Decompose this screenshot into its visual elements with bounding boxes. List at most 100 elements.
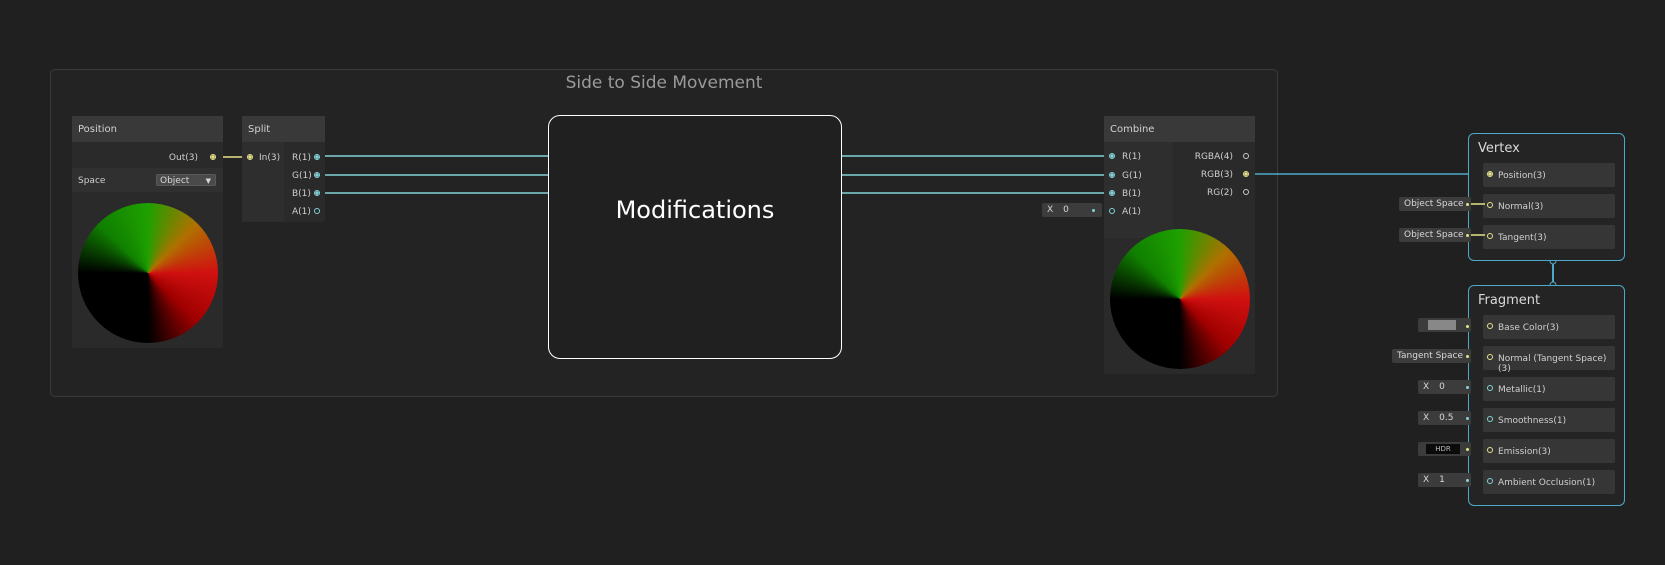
vertex-normal-space-field[interactable]: Object Space	[1399, 197, 1471, 211]
emission-hdr-swatch[interactable]: HDR	[1426, 444, 1460, 454]
fragment-slot-normal[interactable]: Normal (Tangent Space)(3)	[1483, 346, 1615, 374]
vertex-position-label: Position(3)	[1498, 171, 1546, 181]
fragment-metallic-field[interactable]: X0	[1418, 380, 1471, 394]
split-in-port[interactable]	[247, 154, 253, 160]
combine-in-a-label: A(1)	[1122, 207, 1141, 217]
fragment-slot-base-color[interactable]: Base Color(3)	[1483, 315, 1615, 339]
combine-node-header[interactable]: Combine	[1104, 116, 1255, 142]
combine-in-r-label: R(1)	[1122, 152, 1142, 162]
vertex-slot-position[interactable]: Position(3)	[1483, 163, 1615, 187]
position-space-dropdown[interactable]: Object ▼	[156, 174, 216, 186]
vertex-position-port[interactable]	[1487, 171, 1493, 177]
split-out-g-port[interactable]	[314, 172, 320, 178]
position-out-port[interactable]	[210, 154, 216, 160]
split-out-b-port[interactable]	[314, 190, 320, 196]
split-in-label: In(3)	[259, 153, 281, 163]
split-node[interactable]: Split In(3) R(1) G(1) B(1) A(1)	[242, 116, 325, 222]
vertex-normal-label: Normal(3)	[1498, 202, 1544, 212]
fragment-context[interactable]: Fragment Base Color(3) Normal (Tangent S…	[1468, 285, 1625, 506]
fragment-emission-port[interactable]	[1487, 447, 1493, 453]
combine-node-title: Combine	[1110, 124, 1155, 135]
combine-out-rgb-port[interactable]	[1243, 171, 1249, 177]
fragment-smoothness-port[interactable]	[1487, 416, 1493, 422]
group-title[interactable]: Side to Side Movement	[51, 73, 1277, 93]
split-out-g-label: G(1)	[292, 171, 312, 181]
combine-out-rgba-port[interactable]	[1243, 153, 1249, 159]
combine-preview	[1110, 229, 1250, 369]
vertex-normal-port[interactable]	[1487, 202, 1493, 208]
fragment-normal-dot	[1466, 355, 1469, 358]
base-color-swatch[interactable]	[1428, 320, 1456, 330]
fragment-ao-dot	[1466, 479, 1469, 482]
fragment-base-color-port[interactable]	[1487, 323, 1493, 329]
split-out-r-label: R(1)	[292, 153, 312, 163]
vertex-tangent-port[interactable]	[1487, 233, 1493, 239]
fragment-slot-metallic[interactable]: Metallic(1)	[1483, 377, 1615, 401]
split-out-r-port[interactable]	[314, 154, 320, 160]
position-node-title: Position	[78, 124, 117, 135]
combine-in-g-port[interactable]	[1109, 172, 1115, 178]
combine-out-rgba-label: RGBA(4)	[1194, 152, 1233, 162]
modifications-subgraph[interactable]: Modifications	[548, 115, 842, 359]
fragment-base-color-dot	[1466, 325, 1469, 328]
fragment-base-color-label: Base Color(3)	[1498, 323, 1560, 333]
fragment-smoothness-field[interactable]: X 0.5	[1418, 411, 1471, 425]
fragment-normal-label: Normal (Tangent Space)(3)	[1498, 354, 1607, 374]
chevron-down-icon: ▼	[205, 177, 211, 185]
split-node-title: Split	[248, 124, 271, 135]
fragment-metallic-port[interactable]	[1487, 385, 1493, 391]
combine-in-a-port[interactable]	[1109, 208, 1115, 214]
position-node[interactable]: Position Out(3) Space Object ▼	[72, 116, 223, 348]
fragment-ao-port[interactable]	[1487, 478, 1493, 484]
fragment-slot-smoothness[interactable]: Smoothness(1)	[1483, 408, 1615, 432]
fragment-emission-field[interactable]: HDR	[1418, 442, 1471, 456]
vertex-tangent-space-field[interactable]: Object Space	[1399, 228, 1471, 242]
fragment-normal-space-field[interactable]: Tangent Space	[1392, 349, 1471, 363]
vertex-title: Vertex	[1478, 141, 1520, 156]
fragment-metallic-dot	[1466, 386, 1469, 389]
fragment-smoothness-dot	[1466, 417, 1469, 420]
combine-a-connector-dot	[1092, 209, 1095, 212]
vertex-normal-connector-dot	[1466, 203, 1469, 206]
position-space-label: Space	[78, 176, 106, 186]
split-out-b-label: B(1)	[292, 189, 311, 199]
combine-in-b-port[interactable]	[1109, 190, 1115, 196]
fragment-metallic-value[interactable]: 0	[1439, 382, 1445, 392]
fragment-smoothness-value[interactable]: 0.5	[1439, 413, 1453, 423]
position-out-label: Out(3)	[168, 153, 198, 163]
fragment-normal-port[interactable]	[1487, 354, 1493, 360]
combine-out-rgb-label: RGB(3)	[1200, 170, 1233, 180]
combine-node[interactable]: Combine R(1) G(1) B(1) A(1) RGBA(4) RGB(…	[1104, 116, 1255, 374]
fragment-smoothness-axis: X	[1423, 413, 1430, 423]
combine-in-r-port[interactable]	[1109, 153, 1115, 159]
vertex-context[interactable]: Vertex Position(3) Normal(3) Tangent(3)	[1468, 133, 1625, 261]
fragment-slot-ambient-occlusion[interactable]: Ambient Occlusion(1)	[1483, 470, 1615, 494]
fragment-ao-axis: X	[1423, 475, 1430, 485]
vertex-slot-tangent[interactable]: Tangent(3)	[1483, 225, 1615, 249]
split-out-a-label: A(1)	[292, 207, 311, 217]
fragment-emission-label: Emission(3)	[1498, 447, 1551, 457]
vertex-slot-normal[interactable]: Normal(3)	[1483, 194, 1615, 218]
combine-in-b-label: B(1)	[1122, 189, 1141, 199]
position-node-header[interactable]: Position	[72, 116, 223, 142]
fragment-ao-value[interactable]: 1	[1439, 475, 1445, 485]
fragment-base-color-field[interactable]	[1418, 318, 1471, 332]
combine-a-axis-label: X	[1047, 205, 1054, 215]
fragment-ao-label: Ambient Occlusion(1)	[1498, 478, 1596, 488]
vertex-tangent-space-value: Object Space	[1404, 230, 1464, 240]
split-out-a-port[interactable]	[314, 208, 320, 214]
fragment-emission-dot	[1466, 448, 1469, 451]
split-node-header[interactable]: Split	[242, 116, 325, 142]
fragment-title: Fragment	[1478, 293, 1541, 308]
combine-a-value[interactable]: 0	[1063, 205, 1069, 215]
vertex-tangent-connector-dot	[1466, 234, 1469, 237]
fragment-normal-space-value: Tangent Space	[1397, 351, 1463, 361]
fragment-slot-emission[interactable]: Emission(3)	[1483, 439, 1615, 463]
fragment-ao-field[interactable]: X1	[1418, 473, 1471, 487]
vertex-normal-space-value: Object Space	[1404, 199, 1464, 209]
fragment-metallic-label: Metallic(1)	[1498, 385, 1546, 395]
fragment-smoothness-label: Smoothness(1)	[1498, 416, 1567, 426]
combine-out-rg-port[interactable]	[1243, 189, 1249, 195]
vertex-tangent-label: Tangent(3)	[1498, 233, 1547, 243]
combine-out-rg-label: RG(2)	[1207, 188, 1233, 198]
